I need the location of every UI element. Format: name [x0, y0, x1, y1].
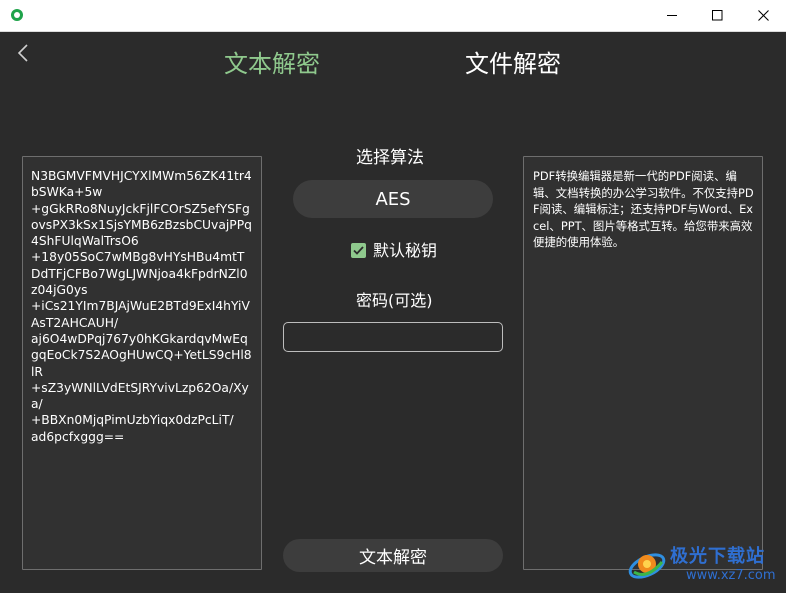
algorithm-selected-value: AES: [375, 188, 411, 210]
default-key-checkbox[interactable]: [351, 243, 366, 258]
cipher-text-input[interactable]: N3BGMVFMVHJCYXlMWm56ZK41tr4bSWKa+5w +gGk…: [22, 156, 262, 570]
maximize-icon: [711, 10, 722, 21]
watermark: 极光下载站 www.xz7.com: [626, 540, 782, 588]
watermark-url: www.xz7.com: [686, 568, 776, 583]
tab-text-decrypt[interactable]: 文本解密: [224, 48, 320, 80]
cipher-text-content: N3BGMVFMVHJCYXlMWm56ZK41tr4bSWKa+5w +gGk…: [31, 169, 252, 444]
chevron-left-icon: [17, 44, 28, 62]
watermark-logo-icon: [628, 553, 666, 579]
minimize-icon: [666, 15, 677, 16]
tab-file-decrypt[interactable]: 文件解密: [465, 48, 561, 80]
algorithm-label: 选择算法: [356, 148, 424, 168]
plain-text-output[interactable]: PDF转换编辑器是新一代的PDF阅读、编辑、文档转换的办公学习软件。不仅支持PD…: [523, 156, 763, 570]
maximize-button[interactable]: [694, 0, 740, 31]
default-key-label[interactable]: 默认秘钥: [373, 240, 437, 262]
title-bar: [0, 0, 786, 32]
decrypt-text-button[interactable]: 文本解密: [283, 539, 503, 572]
app-shield-icon: [11, 9, 23, 21]
close-button[interactable]: [740, 0, 786, 31]
back-button[interactable]: [12, 42, 34, 64]
password-label: 密码(可选): [356, 291, 433, 310]
decrypt-text-button-label: 文本解密: [359, 548, 427, 568]
watermark-name: 极光下载站: [670, 546, 765, 567]
algorithm-select[interactable]: AES: [293, 180, 493, 218]
password-input[interactable]: [283, 322, 503, 352]
checkmark-icon: [353, 246, 364, 255]
minimize-button[interactable]: [649, 0, 695, 31]
close-icon: [757, 10, 769, 21]
plain-text-content: PDF转换编辑器是新一代的PDF阅读、编辑、文档转换的办公学习软件。不仅支持PD…: [533, 169, 754, 249]
